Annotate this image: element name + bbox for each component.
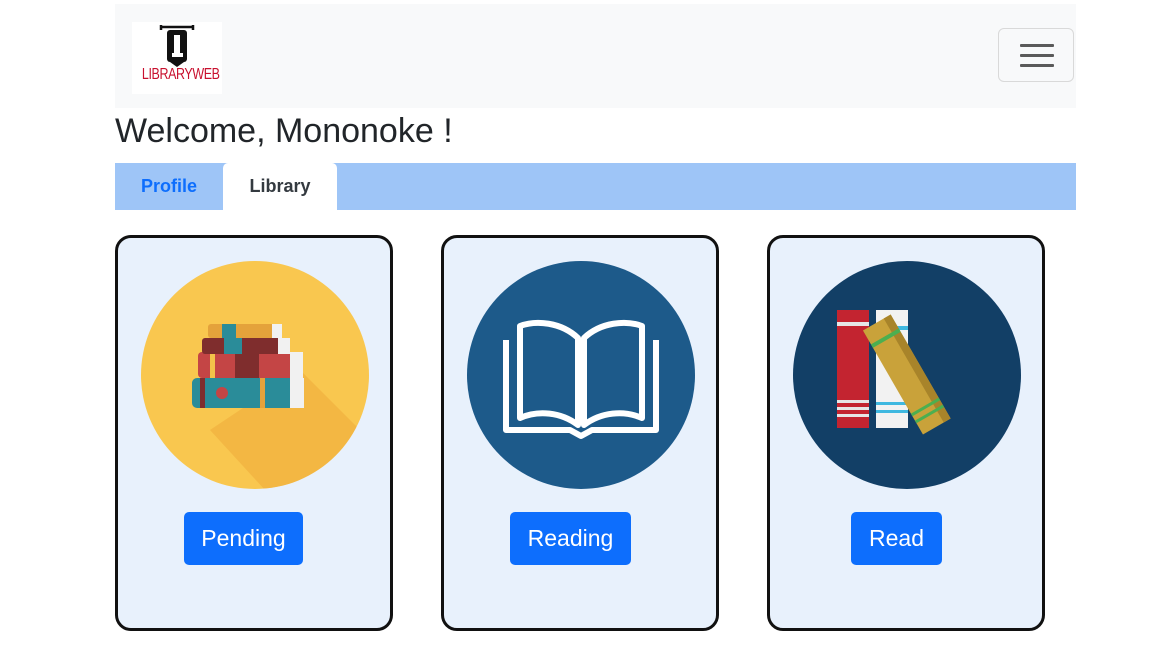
- tab-library[interactable]: Library: [223, 163, 337, 210]
- library-logo[interactable]: LIBRARYWEB: [132, 22, 222, 94]
- bookshelf-icon: [793, 261, 1021, 489]
- reading-card: Reading: [441, 235, 719, 631]
- read-button[interactable]: Read: [851, 512, 942, 565]
- tab-profile[interactable]: Profile: [115, 163, 223, 210]
- navbar-toggle-button[interactable]: [998, 28, 1074, 82]
- book-stack-icon: [141, 261, 369, 489]
- library-logo-icon: [159, 25, 195, 67]
- pending-button[interactable]: Pending: [184, 512, 303, 565]
- pending-card: Pending: [115, 235, 393, 631]
- open-book-icon: [467, 261, 695, 489]
- welcome-heading: Welcome, Mononoke !: [115, 112, 453, 150]
- navbar: LIBRARYWEB: [115, 4, 1076, 108]
- read-card: Read: [767, 235, 1045, 631]
- tab-bar: Profile Library: [115, 163, 1076, 210]
- reading-button[interactable]: Reading: [510, 512, 631, 565]
- logo-text: LIBRARYWEB: [141, 66, 220, 83]
